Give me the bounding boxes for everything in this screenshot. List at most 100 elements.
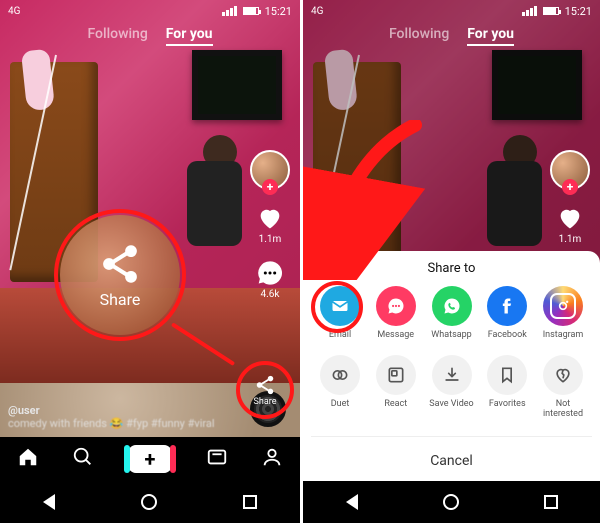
share-option-email[interactable]: Email	[315, 286, 365, 341]
share-icon	[98, 242, 142, 286]
share-option-react[interactable]: React	[371, 355, 421, 420]
back-triangle-icon	[346, 494, 358, 510]
recents-square-icon	[544, 495, 558, 509]
network-indicator: 4G	[311, 6, 323, 17]
share-sheet: Share to Email Message Whatsapp	[303, 251, 600, 481]
share-button[interactable]: Share	[242, 367, 288, 413]
share-option-facebook[interactable]: Facebook	[482, 286, 532, 341]
search-icon	[72, 446, 94, 468]
nav-back[interactable]	[43, 494, 55, 510]
share-option-not-interested[interactable]: Not interested	[538, 355, 588, 420]
share-option-instagram[interactable]: Instagram	[538, 286, 588, 341]
heart-broken-icon	[543, 355, 583, 395]
share-label: Save Video	[429, 400, 473, 410]
nav-recents[interactable]	[544, 495, 558, 509]
like-button[interactable]: 1.1m	[255, 204, 285, 245]
share-label: React	[384, 400, 407, 410]
share-label: Facebook	[488, 331, 527, 341]
signal-icon	[222, 6, 237, 16]
email-icon	[320, 286, 360, 326]
follow-plus-icon[interactable]: +	[262, 179, 278, 195]
like-count: 1.1m	[259, 234, 282, 245]
heart-icon	[255, 204, 285, 232]
tab-following[interactable]: Following	[87, 26, 147, 46]
inbox-icon	[206, 446, 228, 468]
phone-left-feed: 4G 15:21 Following For you + 1.1m 4.6k S…	[0, 0, 300, 523]
recents-square-icon	[243, 495, 257, 509]
app-tab-bar: +	[0, 437, 300, 481]
battery-icon	[543, 7, 559, 15]
share-row-actions: Duet React Save Video Favorites	[311, 355, 592, 420]
follow-plus-icon[interactable]: +	[562, 179, 578, 195]
phone-right-share-sheet: 4G 15:21 Following For you + 1.1m Share …	[300, 0, 600, 523]
home-circle-icon	[141, 494, 157, 510]
share-label: Duet	[331, 400, 350, 410]
clock: 15:21	[565, 5, 592, 18]
feed-tabs: Following For you	[0, 26, 300, 46]
bookmark-icon	[487, 355, 527, 395]
feed-tabs: Following For you	[303, 26, 600, 46]
nav-home[interactable]	[141, 494, 157, 510]
author-avatar[interactable]: +	[550, 150, 590, 190]
person-icon	[261, 446, 283, 468]
home-circle-icon	[443, 494, 459, 510]
tab-profile[interactable]	[261, 446, 283, 472]
tab-inbox[interactable]	[206, 446, 228, 472]
share-sheet-title: Share to	[428, 261, 476, 276]
author-avatar[interactable]: +	[250, 150, 290, 190]
battery-icon	[243, 7, 259, 15]
comment-icon	[255, 259, 285, 287]
heart-icon	[555, 204, 585, 232]
caption-username[interactable]: @user	[8, 404, 240, 417]
whatsapp-icon	[432, 286, 472, 326]
video-caption: @user comedy with friends 😂 #fyp #funny …	[8, 404, 240, 431]
android-nav-bar	[0, 481, 300, 523]
network-indicator: 4G	[8, 6, 20, 17]
share-label: Whatsapp	[431, 331, 471, 341]
share-option-favorites[interactable]: Favorites	[482, 355, 532, 420]
home-icon	[17, 446, 39, 468]
tab-following[interactable]: Following	[389, 26, 449, 46]
share-label: Not interested	[543, 400, 583, 420]
tab-home[interactable]	[17, 446, 39, 472]
action-rail: + 1.1m	[546, 150, 594, 245]
caption-description: comedy with friends 😂 #fyp #funny #viral	[8, 417, 240, 431]
share-option-save-video[interactable]: Save Video	[427, 355, 477, 420]
download-icon	[432, 355, 472, 395]
plus-icon: +	[128, 445, 172, 473]
tab-discover[interactable]	[72, 446, 94, 472]
share-label-large: Share	[100, 290, 141, 309]
action-rail: + 1.1m 4.6k	[246, 150, 294, 300]
share-option-duet[interactable]: Duet	[315, 355, 365, 420]
nav-back[interactable]	[346, 494, 358, 510]
share-option-message[interactable]: Message	[371, 286, 421, 341]
share-cancel-button[interactable]: Cancel	[430, 445, 473, 475]
nav-home[interactable]	[443, 494, 459, 510]
share-option-whatsapp[interactable]: Whatsapp	[427, 286, 477, 341]
duet-icon	[320, 355, 360, 395]
comment-button[interactable]: 4.6k	[255, 259, 285, 300]
status-bar: 4G 15:21	[303, 0, 600, 22]
signal-icon	[522, 6, 537, 16]
clock: 15:21	[265, 5, 292, 18]
share-label: Instagram	[543, 331, 584, 341]
tab-for-you[interactable]: For you	[467, 26, 514, 46]
share-icon	[254, 374, 276, 396]
message-icon	[376, 286, 416, 326]
share-label: Email	[329, 331, 351, 341]
sheet-divider	[311, 436, 592, 437]
comment-count: 4.6k	[261, 289, 280, 300]
nav-recents[interactable]	[243, 495, 257, 509]
android-nav-bar	[303, 481, 600, 523]
status-bar: 4G 15:21	[0, 0, 300, 22]
create-button[interactable]: +	[128, 445, 172, 473]
share-label: Message	[377, 331, 414, 341]
tab-for-you[interactable]: For you	[166, 26, 213, 46]
like-button[interactable]: 1.1m	[555, 204, 585, 245]
react-icon	[376, 355, 416, 395]
share-label: Favorites	[489, 400, 526, 410]
like-count: 1.1m	[559, 234, 582, 245]
back-triangle-icon	[43, 494, 55, 510]
instagram-icon	[543, 286, 583, 326]
share-row-apps: Email Message Whatsapp Facebook	[311, 286, 592, 341]
